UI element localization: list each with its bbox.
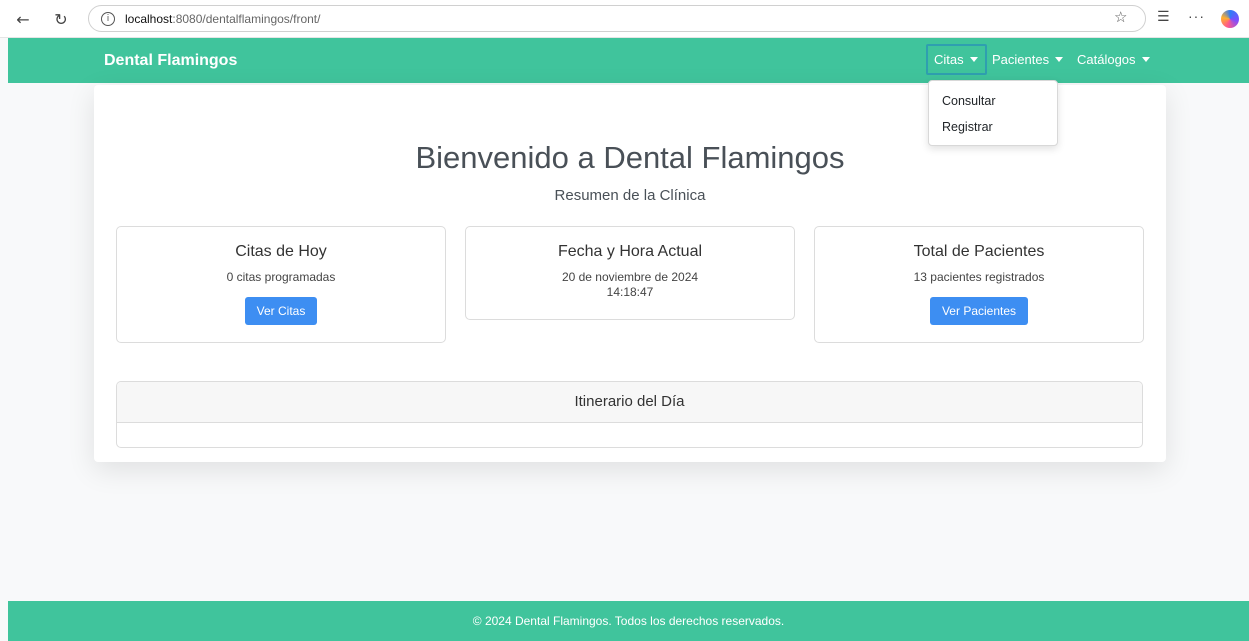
ver-pacientes-button[interactable]: Ver Pacientes: [929, 297, 1029, 325]
star-icon[interactable]: ☆: [1114, 8, 1127, 26]
address-bar[interactable]: i localhost:8080/dentalflamingos/front/: [88, 5, 1146, 32]
card-citas-hoy: Citas de Hoy 0 citas programadas Ver Cit…: [116, 226, 446, 343]
card-total-pacientes: Total de Pacientes 13 pacientes registra…: [814, 226, 1144, 343]
nav-catalogos[interactable]: Catálogos: [1071, 44, 1156, 75]
navbar: Dental Flamingos Citas Pacientes Catálog…: [8, 38, 1249, 83]
card-date: 20 de noviembre de 2024: [561, 270, 699, 284]
card-title: Fecha y Hora Actual: [557, 243, 703, 260]
citas-dropdown-menu: Consultar Registrar: [928, 80, 1058, 146]
nav-catalogos-label: Catálogos: [1077, 52, 1136, 67]
itinerary-card: Itinerario del Día: [116, 381, 1143, 448]
dropdown-item-consultar[interactable]: Consultar: [929, 88, 1057, 114]
ver-citas-button[interactable]: Ver Citas: [244, 297, 318, 325]
back-arrow-icon[interactable]: ←: [12, 8, 34, 30]
itinerary-header: Itinerario del Día: [117, 382, 1142, 423]
card-time: 14:18:47: [606, 285, 654, 299]
page-subtitle: Resumen de la Clínica: [554, 187, 706, 204]
nav-pacientes[interactable]: Pacientes: [986, 44, 1069, 75]
caret-down-icon: [1055, 57, 1064, 62]
page-footer: © 2024 Dental Flamingos. Todos los derec…: [8, 601, 1249, 641]
card-text: 13 pacientes registrados: [913, 270, 1045, 284]
nav-citas-label: Citas: [934, 52, 964, 67]
nav-pacientes-label: Pacientes: [992, 52, 1050, 67]
info-icon[interactable]: i: [101, 11, 115, 26]
copilot-icon[interactable]: [1221, 10, 1239, 28]
dropdown-item-registrar[interactable]: Registrar: [929, 114, 1057, 140]
more-icon[interactable]: ···: [1188, 8, 1205, 24]
card-text: 0 citas programadas: [226, 270, 336, 284]
favorites-icon[interactable]: ☰: [1157, 8, 1170, 25]
navbar-brand[interactable]: Dental Flamingos: [104, 52, 237, 70]
page-viewport: Dental Flamingos Citas Pacientes Catálog…: [8, 38, 1249, 641]
card-title: Citas de Hoy: [235, 243, 327, 260]
card-fecha-hora: Fecha y Hora Actual 20 de noviembre de 2…: [465, 226, 795, 320]
url-path: :8080/dentalflamingos/front/: [172, 11, 321, 26]
browser-toolbar: ← ↻ i localhost:8080/dentalflamingos/fro…: [0, 0, 1249, 38]
card-title: Total de Pacientes: [913, 243, 1045, 260]
nav-citas[interactable]: Citas: [926, 44, 987, 75]
caret-down-icon: [1141, 57, 1150, 62]
caret-down-icon: [969, 57, 978, 62]
url-host: localhost: [125, 11, 173, 26]
reload-icon[interactable]: ↻: [50, 8, 72, 30]
footer-text: © 2024 Dental Flamingos. Todos los derec…: [472, 614, 785, 628]
